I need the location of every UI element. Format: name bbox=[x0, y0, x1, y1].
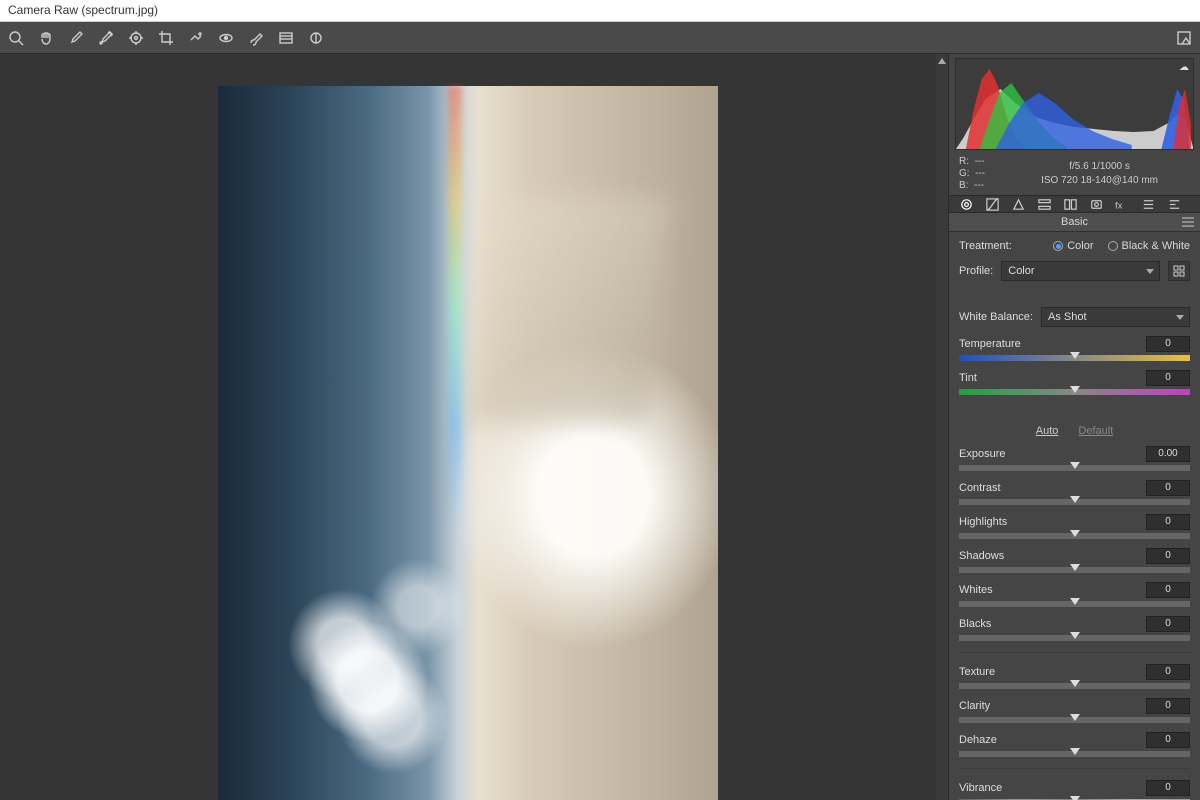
exposure-value[interactable]: 0.00 bbox=[1146, 446, 1190, 462]
scroll-strip[interactable] bbox=[936, 54, 948, 800]
auto-link[interactable]: Auto bbox=[1036, 425, 1059, 437]
redeye-icon[interactable] bbox=[216, 28, 236, 48]
profile-row: Profile: Color bbox=[959, 261, 1190, 281]
graduated-icon[interactable] bbox=[276, 28, 296, 48]
image-canvas[interactable] bbox=[0, 54, 936, 800]
basic-panel-header: Basic bbox=[949, 213, 1200, 232]
brush-icon[interactable] bbox=[246, 28, 266, 48]
treatment-bw-radio[interactable] bbox=[1108, 241, 1118, 251]
treatment-label: Treatment: bbox=[959, 240, 1012, 252]
histogram[interactable]: ☁ bbox=[955, 58, 1194, 150]
image-preview bbox=[218, 86, 718, 800]
tab-hsl-icon[interactable] bbox=[1035, 196, 1053, 212]
tab-split-icon[interactable] bbox=[1061, 196, 1079, 212]
vibrance-value[interactable]: 0 bbox=[1146, 780, 1190, 796]
blacks-value[interactable]: 0 bbox=[1146, 616, 1190, 632]
texture-value[interactable]: 0 bbox=[1146, 664, 1190, 680]
auto-default-links: Auto Default bbox=[959, 425, 1190, 437]
tab-calibrate-icon[interactable] bbox=[1139, 196, 1157, 212]
treatment-row: Treatment: Color Black & White bbox=[959, 240, 1190, 252]
tab-curve-icon[interactable] bbox=[983, 196, 1001, 212]
tab-fx-icon[interactable]: fx bbox=[1113, 196, 1131, 212]
whites-value[interactable]: 0 bbox=[1146, 582, 1190, 598]
flyout-menu-icon[interactable] bbox=[1182, 217, 1194, 227]
window-title: Camera Raw (spectrum.jpg) bbox=[8, 3, 158, 17]
rotate-icon[interactable] bbox=[306, 28, 326, 48]
wb-row: White Balance: As Shot bbox=[959, 307, 1190, 327]
highlights-value[interactable]: 0 bbox=[1146, 514, 1190, 530]
contrast-slider[interactable]: Contrast0 bbox=[959, 480, 1190, 505]
right-panel: ☁ R: --- G: --- B: --- f/5.6 1/1000 s IS… bbox=[948, 54, 1200, 800]
exif-readout: f/5.6 1/1000 s ISO 720 18-140@140 mm bbox=[1009, 160, 1190, 188]
svg-text:fx: fx bbox=[1115, 200, 1123, 210]
window-titlebar: Camera Raw (spectrum.jpg) bbox=[0, 0, 1200, 22]
top-toolbar bbox=[0, 22, 1200, 54]
sampler-icon[interactable] bbox=[96, 28, 116, 48]
default-link[interactable]: Default bbox=[1078, 425, 1113, 437]
shadow-clip-icon[interactable] bbox=[938, 58, 946, 64]
profile-browser-button[interactable] bbox=[1168, 261, 1190, 281]
tint-value[interactable]: 0 bbox=[1146, 370, 1190, 386]
exposure-slider[interactable]: Exposure0.00 bbox=[959, 446, 1190, 471]
tab-detail-icon[interactable] bbox=[1009, 196, 1027, 212]
target-adjust-icon[interactable] bbox=[126, 28, 146, 48]
temperature-slider[interactable]: Temperature0 bbox=[959, 336, 1190, 361]
hand-icon[interactable] bbox=[36, 28, 56, 48]
heal-icon[interactable] bbox=[186, 28, 206, 48]
temperature-value[interactable]: 0 bbox=[1146, 336, 1190, 352]
clarity-slider[interactable]: Clarity0 bbox=[959, 698, 1190, 723]
clarity-value[interactable]: 0 bbox=[1146, 698, 1190, 714]
presets-icon[interactable] bbox=[1174, 28, 1194, 48]
crop-icon[interactable] bbox=[156, 28, 176, 48]
wb-select[interactable]: As Shot bbox=[1041, 307, 1190, 327]
highlights-slider[interactable]: Highlights0 bbox=[959, 514, 1190, 539]
texture-slider[interactable]: Texture0 bbox=[959, 664, 1190, 689]
eyedropper-icon[interactable] bbox=[66, 28, 86, 48]
tab-basic-icon[interactable] bbox=[957, 196, 975, 212]
tint-slider[interactable]: Tint0 bbox=[959, 370, 1190, 395]
whites-slider[interactable]: Whites0 bbox=[959, 582, 1190, 607]
dehaze-value[interactable]: 0 bbox=[1146, 732, 1190, 748]
profile-label: Profile: bbox=[959, 265, 993, 277]
panel-tabs: fx bbox=[949, 195, 1200, 213]
tab-presets-icon[interactable] bbox=[1165, 196, 1183, 212]
dehaze-slider[interactable]: Dehaze0 bbox=[959, 732, 1190, 757]
vibrance-slider[interactable]: Vibrance0 bbox=[959, 780, 1190, 800]
pixel-readout: R: --- G: --- B: --- f/5.6 1/1000 s ISO … bbox=[949, 150, 1200, 195]
shadows-slider[interactable]: Shadows0 bbox=[959, 548, 1190, 573]
highlight-clip-icon[interactable]: ☁ bbox=[1179, 62, 1189, 73]
contrast-value[interactable]: 0 bbox=[1146, 480, 1190, 496]
shadows-value[interactable]: 0 bbox=[1146, 548, 1190, 564]
wb-label: White Balance: bbox=[959, 311, 1033, 323]
zoom-icon[interactable] bbox=[6, 28, 26, 48]
treatment-color-radio[interactable] bbox=[1053, 241, 1063, 251]
profile-select[interactable]: Color bbox=[1001, 261, 1160, 281]
tab-lens-icon[interactable] bbox=[1087, 196, 1105, 212]
blacks-slider[interactable]: Blacks0 bbox=[959, 616, 1190, 641]
